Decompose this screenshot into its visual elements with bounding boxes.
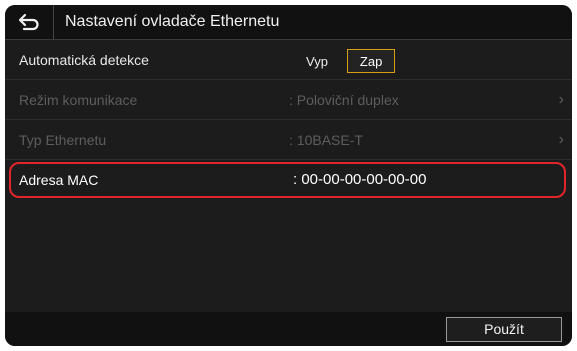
apply-button[interactable]: Použít	[446, 317, 562, 342]
ethernet-type-row: Typ Ethernetu : 10BASE-T ›	[5, 120, 572, 160]
footer-bar: Použít	[5, 312, 572, 346]
chevron-right-icon: ›	[558, 91, 564, 108]
auto-detect-toggle: Vyp Zap	[293, 49, 396, 73]
ethernet-type-value: : 10BASE-T	[289, 132, 363, 148]
mac-address-label: Adresa MAC	[19, 172, 99, 188]
auto-detect-label: Automatická detekce	[19, 52, 149, 68]
toggle-on-option[interactable]: Zap	[346, 49, 396, 73]
title-bar: Nastavení ovladače Ethernetu	[5, 5, 572, 40]
auto-detect-row: Automatická detekce Vyp Zap	[5, 40, 572, 80]
comm-mode-label: Režim komunikace	[19, 92, 138, 108]
toggle-off-option[interactable]: Vyp	[293, 49, 341, 73]
ethernet-type-label: Typ Ethernetu	[19, 132, 107, 148]
mac-address-value: : 00-00-00-00-00-00	[293, 171, 427, 188]
comm-mode-row: Režim komunikace : Poloviční duplex ›	[5, 80, 572, 120]
page-title: Nastavení ovladače Ethernetu	[65, 13, 280, 30]
comm-mode-value: : Poloviční duplex	[289, 92, 399, 108]
mac-address-row: Adresa MAC : 00-00-00-00-00-00	[5, 160, 572, 200]
back-button[interactable]	[5, 5, 54, 39]
back-arrow-icon	[18, 13, 40, 31]
settings-screen: Nastavení ovladače Ethernetu Automatická…	[5, 5, 572, 346]
chevron-right-icon: ›	[558, 131, 564, 148]
